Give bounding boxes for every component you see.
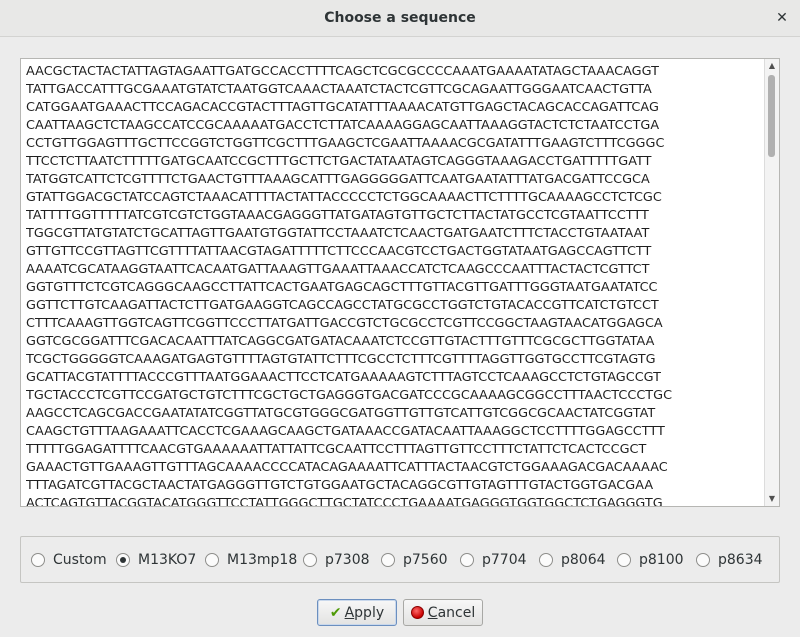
radio-p8064[interactable]: p8064 (539, 550, 606, 570)
radio-p7308[interactable]: p7308 (303, 550, 370, 570)
sequence-line: TTTTTGGAGATTTTCAACGTGAAAAAATTATTATTCGCAA… (26, 442, 647, 457)
sequence-line: GTTGTTCCGTTAGTTCGTTTTATTAACGTAGATTTTTCTT… (26, 244, 652, 259)
sequence-line: GTATTGGACGCTATCCAGTCTAAACATTTTACTATTACCC… (26, 190, 662, 205)
checkmark-icon: ✔ (329, 604, 342, 621)
dialog-title: Choose a sequence (324, 10, 476, 26)
radio-p7560[interactable]: p7560 (381, 550, 448, 570)
cancel-label: Cancel (427, 604, 476, 621)
radio-indicator[interactable] (381, 553, 395, 567)
radio-indicator[interactable] (460, 553, 474, 567)
sequence-line: GGTCGCGGATTTCGACACAATTTATCAGGCGATGATACAA… (26, 334, 655, 349)
radio-indicator[interactable] (696, 553, 710, 567)
sequence-line: CCTGTTGGAGTTTGCTTCCGGTCTGGTTCGCTTTGAAGCT… (26, 136, 665, 151)
sequence-line: TATTTTGGTTTTTATCGTCGTCTGGTAAACGAGGGTTATG… (26, 208, 649, 223)
title-bar: Choose a sequence ✕ (0, 0, 800, 37)
sequence-line: CATGGAATGAAACTTCCAGACACCGTACTTTAGTTGCATA… (26, 100, 659, 115)
radio-label: p7308 (325, 552, 370, 568)
sequence-line: AAAATCGCATAAGGTAATTCACAATGATTAAAGTTGAAAT… (26, 262, 650, 277)
radio-indicator[interactable] (31, 553, 45, 567)
radio-indicator[interactable] (303, 553, 317, 567)
radio-label: Custom (53, 552, 107, 568)
radio-label: p7560 (403, 552, 448, 568)
sequence-line: AACGCTACTACTATTAGTAGAATTGATGCCACCTTTTCAG… (26, 64, 659, 79)
sequence-line: CTTTCAAAGTTGGTCAGTTCGGTTCCCTTATGATTGACCG… (26, 316, 663, 331)
sequence-line: CAAGCTGTTTAAGAAATTCACCTCGAAAGCAAGCTGATAA… (26, 424, 665, 439)
sequence-line: ACTCAGTGTTACGGTACATGGGTTCCTATTGGGCTTGCTA… (26, 496, 663, 506)
close-button[interactable]: ✕ (774, 9, 790, 27)
sequence-line: TTCCTCTTAATCTTTTTGATGCAATCCGCTTTGCTTCTGA… (26, 154, 652, 169)
stop-icon (410, 606, 424, 619)
radio-label: M13mp18 (227, 552, 298, 568)
sequence-line: AAGCCTCAGCGACCGAATATATCGGTTATGCGTGGGCGAT… (26, 406, 656, 421)
scroll-thumb[interactable] (768, 75, 775, 157)
radio-m13ko7[interactable]: M13KO7 (116, 550, 196, 570)
sequence-line: CAATTAAGCTCTAAGCCATCCGCAAAAATGACCTCTTATC… (26, 118, 660, 133)
sequence-line: GGTGTTTCTCGTCAGGGCAAGCCTTATTCACTGAATGAGC… (26, 280, 658, 295)
radio-indicator[interactable] (539, 553, 553, 567)
close-icon: ✕ (776, 10, 788, 26)
sequence-line: GGTTCTTGTCAAGATTACTCTTGATGAAGGTCAGCCAGCC… (26, 298, 659, 313)
apply-label: Apply (344, 604, 385, 621)
sequence-line: TATTGACCATTTGCGAAATGTATCTAATGGTCAAACTAAA… (26, 82, 652, 97)
sequence-textview[interactable]: AACGCTACTACTATTAGTAGAATTGATGCCACCTTTTCAG… (20, 58, 780, 507)
radio-m13mp18[interactable]: M13mp18 (205, 550, 297, 570)
radio-label: M13KO7 (138, 552, 197, 568)
sequence-line: TTTAGATCGTTACGCTAACTATGAGGGTTGTCTGTGGAAT… (26, 478, 654, 493)
sequence-choice-group: Custom M13KO7 M13mp18 p7308 p7560 p7704 … (20, 536, 780, 583)
radio-p8634[interactable]: p8634 (696, 550, 763, 570)
radio-indicator[interactable] (116, 553, 130, 567)
radio-indicator[interactable] (617, 553, 631, 567)
sequence-line: TGCTACCCTCGTTCCGATGCTGTCTTTCGCTGCTGAGGGT… (26, 388, 673, 403)
scroll-up-arrow-icon[interactable]: ▲ (765, 60, 779, 72)
dialog-content: AACGCTACTACTATTAGTAGAATTGATGCCACCTTTTCAG… (0, 38, 800, 637)
sequence-text[interactable]: AACGCTACTACTATTAGTAGAATTGATGCCACCTTTTCAG… (26, 63, 764, 506)
radio-p7704[interactable]: p7704 (460, 550, 527, 570)
radio-label: p8634 (718, 552, 763, 568)
apply-button[interactable]: ✔ Apply (317, 599, 397, 626)
sequence-line: TCGCTGGGGGTCAAAGATGAGTGTTTTAGTGTATTCTTTC… (26, 352, 656, 367)
radio-custom[interactable]: Custom (31, 550, 107, 570)
vertical-scrollbar[interactable]: ▲ ▼ (764, 59, 779, 506)
scroll-down-arrow-icon[interactable]: ▼ (765, 493, 779, 505)
radio-label: p8100 (639, 552, 684, 568)
radio-p8100[interactable]: p8100 (617, 550, 684, 570)
sequence-line: GCATTACGTATTTTACCCGTTTAATGGAAACTTCCTCATG… (26, 370, 662, 385)
radio-label: p7704 (482, 552, 527, 568)
sequence-line: TGGCGTTATGTATCTGCATTAGTTGAATGTGGTATTCCTA… (26, 226, 650, 241)
radio-indicator[interactable] (205, 553, 219, 567)
sequence-line: GAAACTGTTGAAAGTTGTTTAGCAAAACCCCATACAGAAA… (26, 460, 668, 475)
sequence-line: TATGGTCATTCTCGTTTTCTGAACTGTTTAAAGCATTTGA… (26, 172, 650, 187)
radio-label: p8064 (561, 552, 606, 568)
cancel-button[interactable]: Cancel (403, 599, 483, 626)
